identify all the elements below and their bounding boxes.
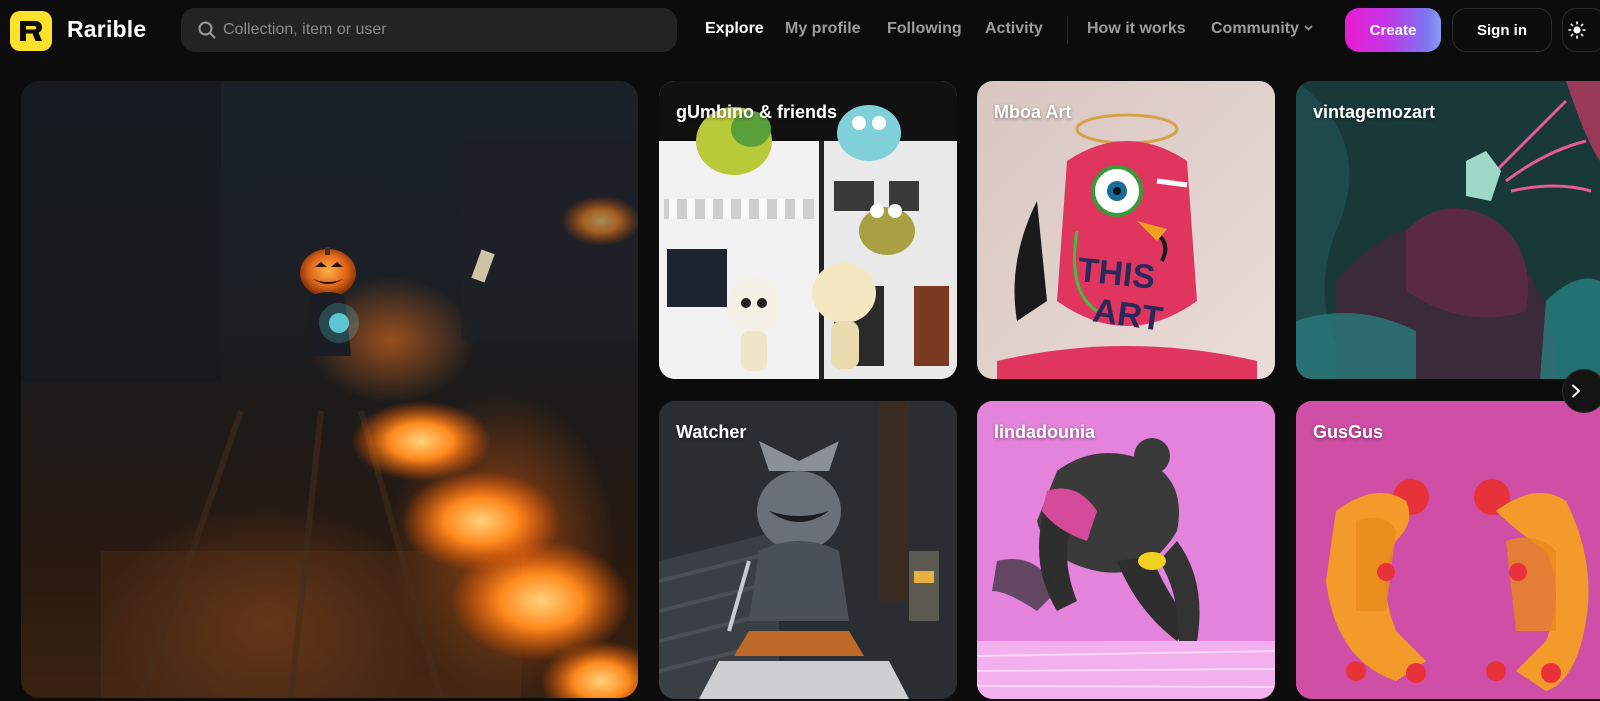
nav-how-it-works[interactable]: How it works bbox=[1087, 20, 1186, 38]
chevron-down-icon bbox=[1304, 25, 1313, 31]
create-button[interactable]: Create bbox=[1345, 8, 1441, 52]
mboa-art-artwork-icon: THIS ART bbox=[997, 113, 1257, 379]
carousel-next-button[interactable] bbox=[1562, 369, 1600, 413]
collection-title: GusGus bbox=[1313, 422, 1384, 442]
sign-in-button[interactable]: Sign in bbox=[1452, 8, 1552, 52]
nav-explore[interactable]: Explore bbox=[705, 20, 764, 38]
sun-icon bbox=[1568, 21, 1586, 39]
collection-card-vintagemozart[interactable]: vintagemozart bbox=[1296, 81, 1600, 379]
collection-title: Mboa Art bbox=[994, 102, 1072, 122]
nav-activity[interactable]: Activity bbox=[985, 20, 1043, 38]
nav-my-profile[interactable]: My profile bbox=[785, 20, 861, 38]
collection-card-mboa-art[interactable]: THIS ART Mboa Art bbox=[977, 81, 1275, 379]
nav-community[interactable]: Community bbox=[1211, 20, 1313, 38]
chevron-right-icon bbox=[1572, 384, 1580, 398]
mboa-graffiti-text: THIS bbox=[1076, 251, 1157, 297]
collection-card-lindadounia[interactable]: lindadounia bbox=[977, 401, 1275, 699]
collection-card-watcher[interactable]: Watcher bbox=[659, 401, 957, 699]
collection-title: Watcher bbox=[676, 422, 747, 442]
top-header: Rarible Explore My profile Following Act… bbox=[0, 0, 1600, 60]
rarible-logo-icon bbox=[20, 21, 42, 41]
nav-divider bbox=[1067, 16, 1068, 44]
vintagemozart-artwork-icon bbox=[1296, 81, 1600, 379]
search-icon bbox=[198, 21, 216, 39]
featured-artwork[interactable] bbox=[21, 81, 638, 698]
brand-name[interactable]: Rarible bbox=[67, 16, 146, 43]
pumpkin-rider-artwork-icon bbox=[21, 81, 638, 698]
collection-card-gumbino[interactable]: gUmbino & friends bbox=[659, 81, 957, 379]
collection-title: vintagemozart bbox=[1313, 102, 1436, 122]
search-input[interactable] bbox=[223, 8, 663, 52]
nav-community-label: Community bbox=[1211, 20, 1299, 37]
search-bar[interactable] bbox=[181, 8, 677, 52]
lindadounia-artwork-icon bbox=[977, 401, 1275, 699]
nav-following[interactable]: Following bbox=[887, 20, 962, 38]
collection-title: lindadounia bbox=[994, 422, 1095, 442]
watcher-artwork-icon bbox=[659, 401, 957, 699]
collection-card-gusgus[interactable]: GusGus bbox=[1296, 401, 1600, 699]
collection-title: gUmbino & friends bbox=[676, 102, 837, 122]
gumbino-artwork-icon bbox=[659, 81, 957, 379]
gusgus-artwork-icon bbox=[1296, 401, 1600, 699]
rarible-logo[interactable] bbox=[10, 11, 52, 51]
theme-toggle-button[interactable] bbox=[1562, 8, 1600, 52]
